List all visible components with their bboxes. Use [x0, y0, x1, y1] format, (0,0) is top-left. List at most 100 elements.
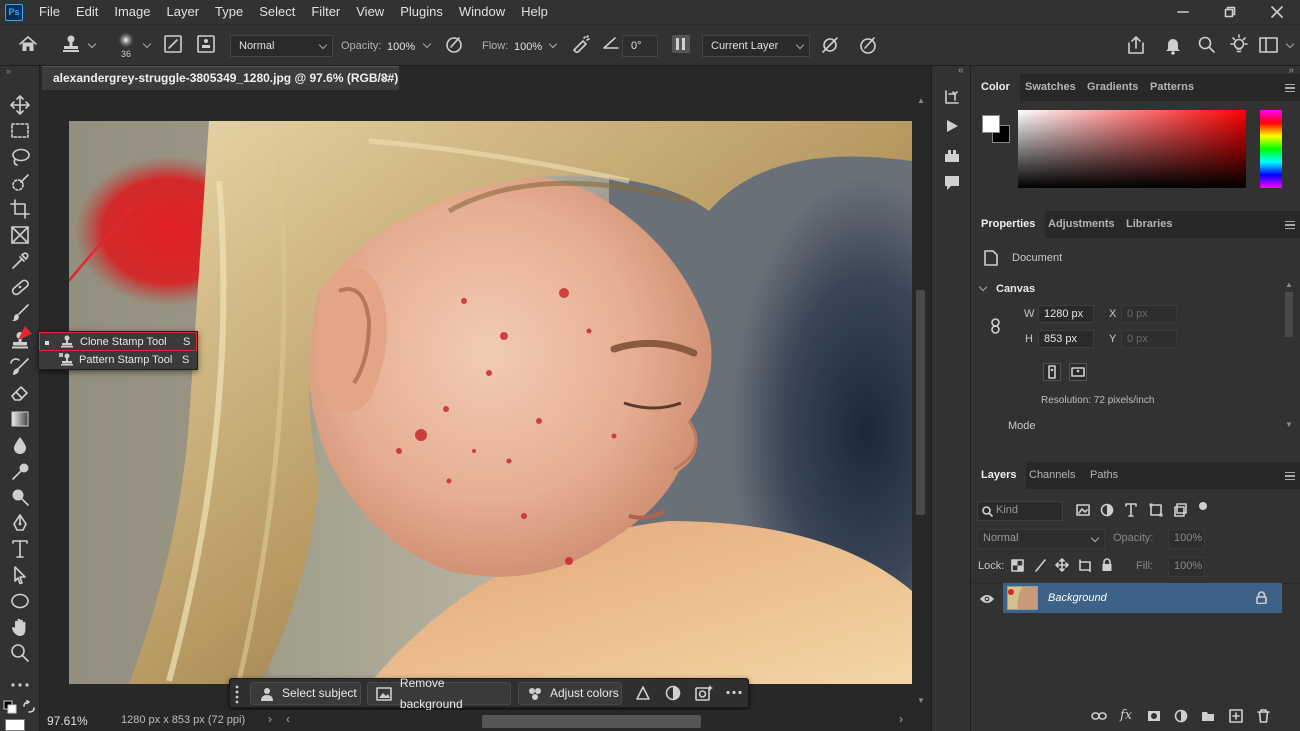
document-info[interactable]: 1280 px x 853 px (72 ppi): [121, 714, 245, 726]
more-tools-icon[interactable]: [9, 674, 31, 696]
chevron-down-icon[interactable]: [548, 39, 558, 49]
blur-tool-icon[interactable]: [9, 434, 31, 456]
history-brush-tool-icon[interactable]: [9, 356, 31, 378]
filter-smart-object-icon[interactable]: [1174, 503, 1188, 517]
restore-button[interactable]: [1206, 0, 1253, 24]
properties-scrollbar[interactable]: ▲ ▼: [1283, 280, 1295, 433]
menu-edit[interactable]: Edit: [68, 0, 106, 24]
new-layer-icon[interactable]: [1229, 709, 1243, 723]
bell-icon[interactable]: [1164, 35, 1182, 55]
quick-select-tool-icon[interactable]: [9, 172, 31, 194]
panel-menu-icon[interactable]: [1285, 221, 1295, 229]
portrait-orientation-icon[interactable]: [1043, 363, 1061, 381]
healing-brush-tool-icon[interactable]: [9, 276, 31, 298]
close-tab-icon[interactable]: ×: [381, 67, 389, 89]
tab-libraries[interactable]: Libraries: [1116, 211, 1182, 238]
adjustment-circle-icon[interactable]: [665, 685, 681, 701]
zoom-tool-icon[interactable]: [9, 642, 31, 664]
select-subject-button[interactable]: Select subject: [250, 682, 361, 705]
zoom-level[interactable]: 97.61%: [47, 714, 88, 728]
visibility-eye-icon[interactable]: [979, 593, 995, 605]
collapse-icon[interactable]: «: [958, 65, 964, 76]
transform-icon[interactable]: [635, 685, 651, 701]
flow-value[interactable]: 100%: [514, 36, 542, 58]
tab-properties[interactable]: Properties: [971, 211, 1046, 238]
collapse-icon[interactable]: »: [6, 66, 11, 76]
move-tool-icon[interactable]: [9, 94, 31, 116]
lock-all-icon[interactable]: [1101, 558, 1113, 572]
ellipse-tool-icon[interactable]: [9, 590, 31, 612]
drag-handle-icon[interactable]: [234, 684, 240, 704]
tab-adjustments[interactable]: Adjustments: [1038, 211, 1125, 238]
link-icon[interactable]: [990, 318, 1002, 334]
chevron-down-icon[interactable]: [1285, 39, 1295, 49]
opacity-value[interactable]: 100%: [387, 36, 415, 58]
blend-mode-select[interactable]: Normal: [230, 35, 333, 57]
group-folder-icon[interactable]: [1201, 710, 1215, 722]
canvas-photo[interactable]: [69, 121, 912, 684]
hue-slider[interactable]: [1260, 110, 1282, 188]
delete-layer-icon[interactable]: [1257, 709, 1270, 723]
lock-pixels-icon[interactable]: [1034, 559, 1047, 572]
document-tab[interactable]: alexandergrey-struggle-3805349_1280.jpg …: [42, 66, 399, 90]
search-icon[interactable]: [1197, 35, 1217, 55]
menu-view[interactable]: View: [348, 0, 392, 24]
tab-channels[interactable]: Channels: [1019, 462, 1085, 489]
eyedropper-tool-icon[interactable]: [9, 250, 31, 272]
layer-opacity-field[interactable]: 100%: [1168, 529, 1205, 549]
flyout-item-clone-stamp[interactable]: Clone Stamp Tool S: [39, 332, 197, 351]
foreground-swatch[interactable]: [982, 115, 1000, 133]
layer-filter-select[interactable]: Kind: [977, 501, 1063, 521]
y-field[interactable]: 0 px: [1121, 330, 1177, 348]
layer-mask-icon[interactable]: [1147, 710, 1161, 722]
tab-paths[interactable]: Paths: [1080, 462, 1128, 489]
panel-menu-icon[interactable]: [1285, 472, 1295, 480]
plugin-icon[interactable]: [943, 148, 961, 164]
pen-tool-icon[interactable]: [9, 512, 31, 534]
chevron-right-icon[interactable]: ›: [899, 712, 903, 726]
tab-patterns[interactable]: Patterns: [1140, 74, 1204, 101]
height-field[interactable]: 853 px: [1038, 330, 1094, 348]
fill-field[interactable]: 100%: [1168, 557, 1205, 577]
burn-tool-icon[interactable]: [9, 486, 31, 508]
tab-color[interactable]: Color: [971, 74, 1020, 101]
lasso-tool-icon[interactable]: [9, 146, 31, 168]
chevron-down-icon[interactable]: [978, 282, 988, 292]
frame-tool-icon[interactable]: [9, 224, 31, 246]
layer-blend-mode-select[interactable]: Normal: [977, 529, 1105, 549]
color-picker-field[interactable]: [1018, 110, 1246, 188]
sample-layer-select[interactable]: Current Layer: [702, 35, 810, 57]
filter-type-icon[interactable]: [1124, 503, 1138, 517]
crop-tool-icon[interactable]: [9, 198, 31, 220]
menu-filter[interactable]: Filter: [303, 0, 348, 24]
foreground-color-swatch[interactable]: [5, 719, 25, 731]
marquee-tool-icon[interactable]: [9, 120, 31, 142]
vertical-scrollbar[interactable]: ▲ ▼: [912, 90, 930, 710]
fx-icon[interactable]: fx: [1120, 708, 1132, 723]
chevron-right-icon[interactable]: ›: [268, 712, 272, 726]
home-icon[interactable]: [18, 35, 38, 53]
menu-type[interactable]: Type: [207, 0, 251, 24]
menu-window[interactable]: Window: [451, 0, 513, 24]
pressure-opacity-icon[interactable]: [445, 35, 463, 53]
tab-swatches[interactable]: Swatches: [1015, 74, 1086, 101]
hand-tool-icon[interactable]: [9, 616, 31, 638]
default-colors-icon[interactable]: [3, 700, 19, 714]
minimize-button[interactable]: [1159, 0, 1206, 24]
lightbulb-icon[interactable]: [1229, 34, 1249, 56]
angle-input[interactable]: 0°: [622, 35, 658, 57]
lock-transparent-icon[interactable]: [1011, 559, 1024, 572]
filter-shape-icon[interactable]: [1149, 503, 1163, 517]
aligned-sample-icon[interactable]: [671, 34, 691, 54]
type-tool-icon[interactable]: [9, 538, 31, 560]
airbrush-icon[interactable]: [571, 35, 591, 53]
tab-gradients[interactable]: Gradients: [1077, 74, 1148, 101]
share-icon[interactable]: [1126, 35, 1146, 55]
clone-source-icon[interactable]: [197, 35, 215, 53]
gradient-tool-icon[interactable]: [9, 408, 31, 430]
workspace-icon[interactable]: [1259, 37, 1279, 53]
history-icon[interactable]: [943, 88, 961, 106]
brush-preview-icon[interactable]: [116, 32, 136, 50]
filter-adjustment-icon[interactable]: [1100, 503, 1114, 517]
landscape-orientation-icon[interactable]: [1069, 363, 1087, 381]
